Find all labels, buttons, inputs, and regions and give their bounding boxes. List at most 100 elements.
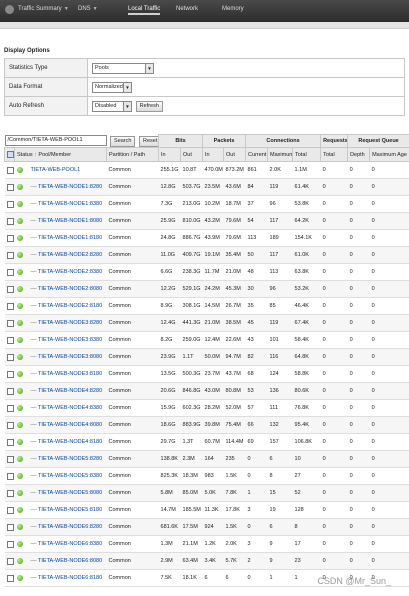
pool-member-link[interactable]: TIETA-WEB-POOL1 [31,167,81,173]
table-row[interactable]: –– TIETA-WEB-NODE3:8280 Common 12.4G 441.3G… [4,314,409,332]
tab-network[interactable]: Network [176,6,198,12]
statistics-type-select[interactable]: Pools ▼ [92,62,154,74]
table-row[interactable]: TIETA-WEB-POOL1 Common 255.1G 10.8T 470.0M 87… [4,161,409,179]
row-checkbox[interactable] [4,297,15,315]
gear-icon[interactable] [5,5,14,14]
pool-member-link[interactable]: TIETA-WEB-NODE2:8280 [38,252,102,258]
connections-current-header[interactable]: Current [245,147,269,162]
pool-member-link[interactable]: TIETA-WEB-NODE3:8380 [38,337,102,343]
table-row[interactable]: –– TIETA-WEB-NODE4:8280 Common 20.6G 846.8G… [4,382,409,400]
search-input[interactable]: /Common/TIETA-WEB-POOL1 [4,134,107,146]
connections-maximum-header[interactable]: Maximum [267,147,294,162]
pool-member-link[interactable]: TIETA-WEB-NODE6:8180 [38,575,102,581]
row-checkbox[interactable] [4,280,15,298]
pool-member-link[interactable]: TIETA-WEB-NODE5:8380 [38,473,102,479]
table-row[interactable]: –– TIETA-WEB-NODE6:8280 Common 681.6K 17.5M… [4,518,409,536]
table-row[interactable]: –– TIETA-WEB-NODE3:8080 Common 23.9G 1.1T 50… [4,348,409,366]
table-row[interactable]: –– TIETA-WEB-NODE2:8280 Common 11.0G 409.7G… [4,246,409,264]
table-row[interactable]: –– TIETA-WEB-NODE2:8180 Common 8.9G 308.1G 1… [4,297,409,315]
table-row[interactable]: –– TIETA-WEB-NODE1:8280 Common 12.8G 503.7G… [4,178,409,196]
row-checkbox[interactable] [4,467,15,485]
table-row[interactable]: –– TIETA-WEB-NODE5:8180 Common 14.7M 185.5M… [4,501,409,519]
pool-member-link[interactable]: TIETA-WEB-NODE1:8080 [38,218,102,224]
row-checkbox[interactable] [4,178,15,196]
row-checkbox[interactable] [4,161,15,179]
table-row[interactable]: –– TIETA-WEB-NODE6:8380 Common 1.3M 21.1M 1.… [4,535,409,553]
row-checkbox[interactable] [4,433,15,451]
select-all-checkbox[interactable] [4,147,15,162]
table-row[interactable]: –– TIETA-WEB-NODE5:8380 Common 825.3K 18.3M… [4,467,409,485]
row-checkbox[interactable] [4,535,15,553]
row-checkbox[interactable] [4,518,15,536]
pool-member-link[interactable]: TIETA-WEB-NODE1:8380 [38,201,102,207]
table-row[interactable]: –– TIETA-WEB-NODE4:8180 Common 29.7G 1.3T 60… [4,433,409,451]
tab-local-traffic[interactable]: Local Traffic [128,6,161,15]
pool-member-link[interactable]: TIETA-WEB-NODE6:8080 [38,558,102,564]
pool-member-link[interactable]: TIETA-WEB-NODE5:8280 [38,456,102,462]
status-header[interactable]: Status ↑ Pool/Member [14,147,107,162]
bits-out-header[interactable]: Out [180,147,204,162]
pool-member-link[interactable]: TIETA-WEB-NODE3:8280 [38,320,102,326]
pool-member-link[interactable]: TIETA-WEB-NODE6:8280 [38,524,102,530]
table-row[interactable]: –– TIETA-WEB-NODE4:8380 Common 15.9G 602.3G… [4,399,409,417]
table-row[interactable]: –– TIETA-WEB-NODE4:8080 Common 18.6G 883.9G… [4,416,409,434]
row-checkbox[interactable] [4,484,15,502]
pool-member-link[interactable]: TIETA-WEB-NODE2:8080 [38,286,102,292]
row-checkbox[interactable] [4,552,15,570]
row-checkbox[interactable] [4,382,15,400]
queue-depth-header[interactable]: Depth [347,147,371,162]
row-checkbox[interactable] [4,331,15,349]
row-checkbox[interactable] [4,212,15,230]
table-row[interactable]: –– TIETA-WEB-NODE2:8380 Common 6.6G 238.3G 1… [4,263,409,281]
reset-search-button[interactable]: Reset Search [139,135,159,147]
pool-member-link[interactable]: TIETA-WEB-NODE4:8180 [38,439,102,445]
pool-member-link[interactable]: TIETA-WEB-NODE3:8080 [38,354,102,360]
bits-in-header[interactable]: In [158,147,182,162]
table-row[interactable]: –– TIETA-WEB-NODE5:8080 Common 5.8M 85.0M 5.… [4,484,409,502]
row-checkbox[interactable] [4,195,15,213]
tab-dns[interactable]: DNS ▼ [78,6,98,12]
queue-max-age-header[interactable]: Maximum Age [369,147,409,162]
table-row[interactable]: –– TIETA-WEB-NODE2:8080 Common 12.2G 529.1G… [4,280,409,298]
row-checkbox[interactable] [4,365,15,383]
pool-member-link[interactable]: TIETA-WEB-NODE4:8080 [38,422,102,428]
row-checkbox[interactable] [4,416,15,434]
row-checkbox[interactable] [4,246,15,264]
tab-memory[interactable]: Memory [222,6,244,12]
row-checkbox[interactable] [4,501,15,519]
pool-member-link[interactable]: TIETA-WEB-NODE2:8380 [38,269,102,275]
packets-in-header[interactable]: In [202,147,225,162]
table-row[interactable]: –– TIETA-WEB-NODE1:8180 Common 24.8G 886.7G… [4,229,409,247]
packets-out-header[interactable]: Out [223,147,247,162]
data-format-select[interactable]: Normalized ▼ [92,81,132,93]
row-checkbox[interactable] [4,263,15,281]
partition-path-header[interactable]: Partition / Path [105,147,160,162]
pool-member-link[interactable]: TIETA-WEB-NODE1:8180 [38,235,102,241]
table-row[interactable]: –– TIETA-WEB-NODE6:8080 Common 2.9M 63.4M 3.… [4,552,409,570]
tab-traffic-summary[interactable]: Traffic Summary ▼ [18,6,69,12]
search-button[interactable]: Search [110,135,136,147]
row-checkbox[interactable] [4,314,15,332]
table-row[interactable]: –– TIETA-WEB-NODE3:8380 Common 8.2G 259.0G 1… [4,331,409,349]
row-checkbox[interactable] [4,348,15,366]
pool-member-link[interactable]: TIETA-WEB-NODE4:8280 [38,388,102,394]
pool-member-link[interactable]: TIETA-WEB-NODE4:8380 [38,405,102,411]
pool-member-link[interactable]: TIETA-WEB-NODE1:8280 [38,184,102,190]
auto-refresh-select[interactable]: Disabled ▼ [92,100,132,112]
table-row[interactable]: –– TIETA-WEB-NODE5:8280 Common 138.8K 2.3M 1… [4,450,409,468]
table-row[interactable]: –– TIETA-WEB-NODE3:8180 Common 13.5G 500.3G… [4,365,409,383]
row-checkbox[interactable] [4,569,15,587]
pool-member-link[interactable]: TIETA-WEB-NODE3:8180 [38,371,102,377]
pool-member-link[interactable]: TIETA-WEB-NODE6:8380 [38,541,102,547]
row-checkbox[interactable] [4,399,15,417]
connections-total-header[interactable]: Total [292,147,322,162]
refresh-button[interactable]: Refresh [135,100,163,112]
row-checkbox[interactable] [4,229,15,247]
pool-member-link[interactable]: TIETA-WEB-NODE2:8180 [38,303,102,309]
pool-member-link[interactable]: TIETA-WEB-NODE5:8080 [38,490,102,496]
pool-member-link[interactable]: TIETA-WEB-NODE5:8180 [38,507,102,513]
requests-total-header[interactable]: Total [320,147,349,162]
table-row[interactable]: –– TIETA-WEB-NODE1:8080 Common 25.9G 810.0G… [4,212,409,230]
table-row[interactable]: –– TIETA-WEB-NODE1:8380 Common 7.3G 213.0G 1… [4,195,409,213]
row-checkbox[interactable] [4,450,15,468]
